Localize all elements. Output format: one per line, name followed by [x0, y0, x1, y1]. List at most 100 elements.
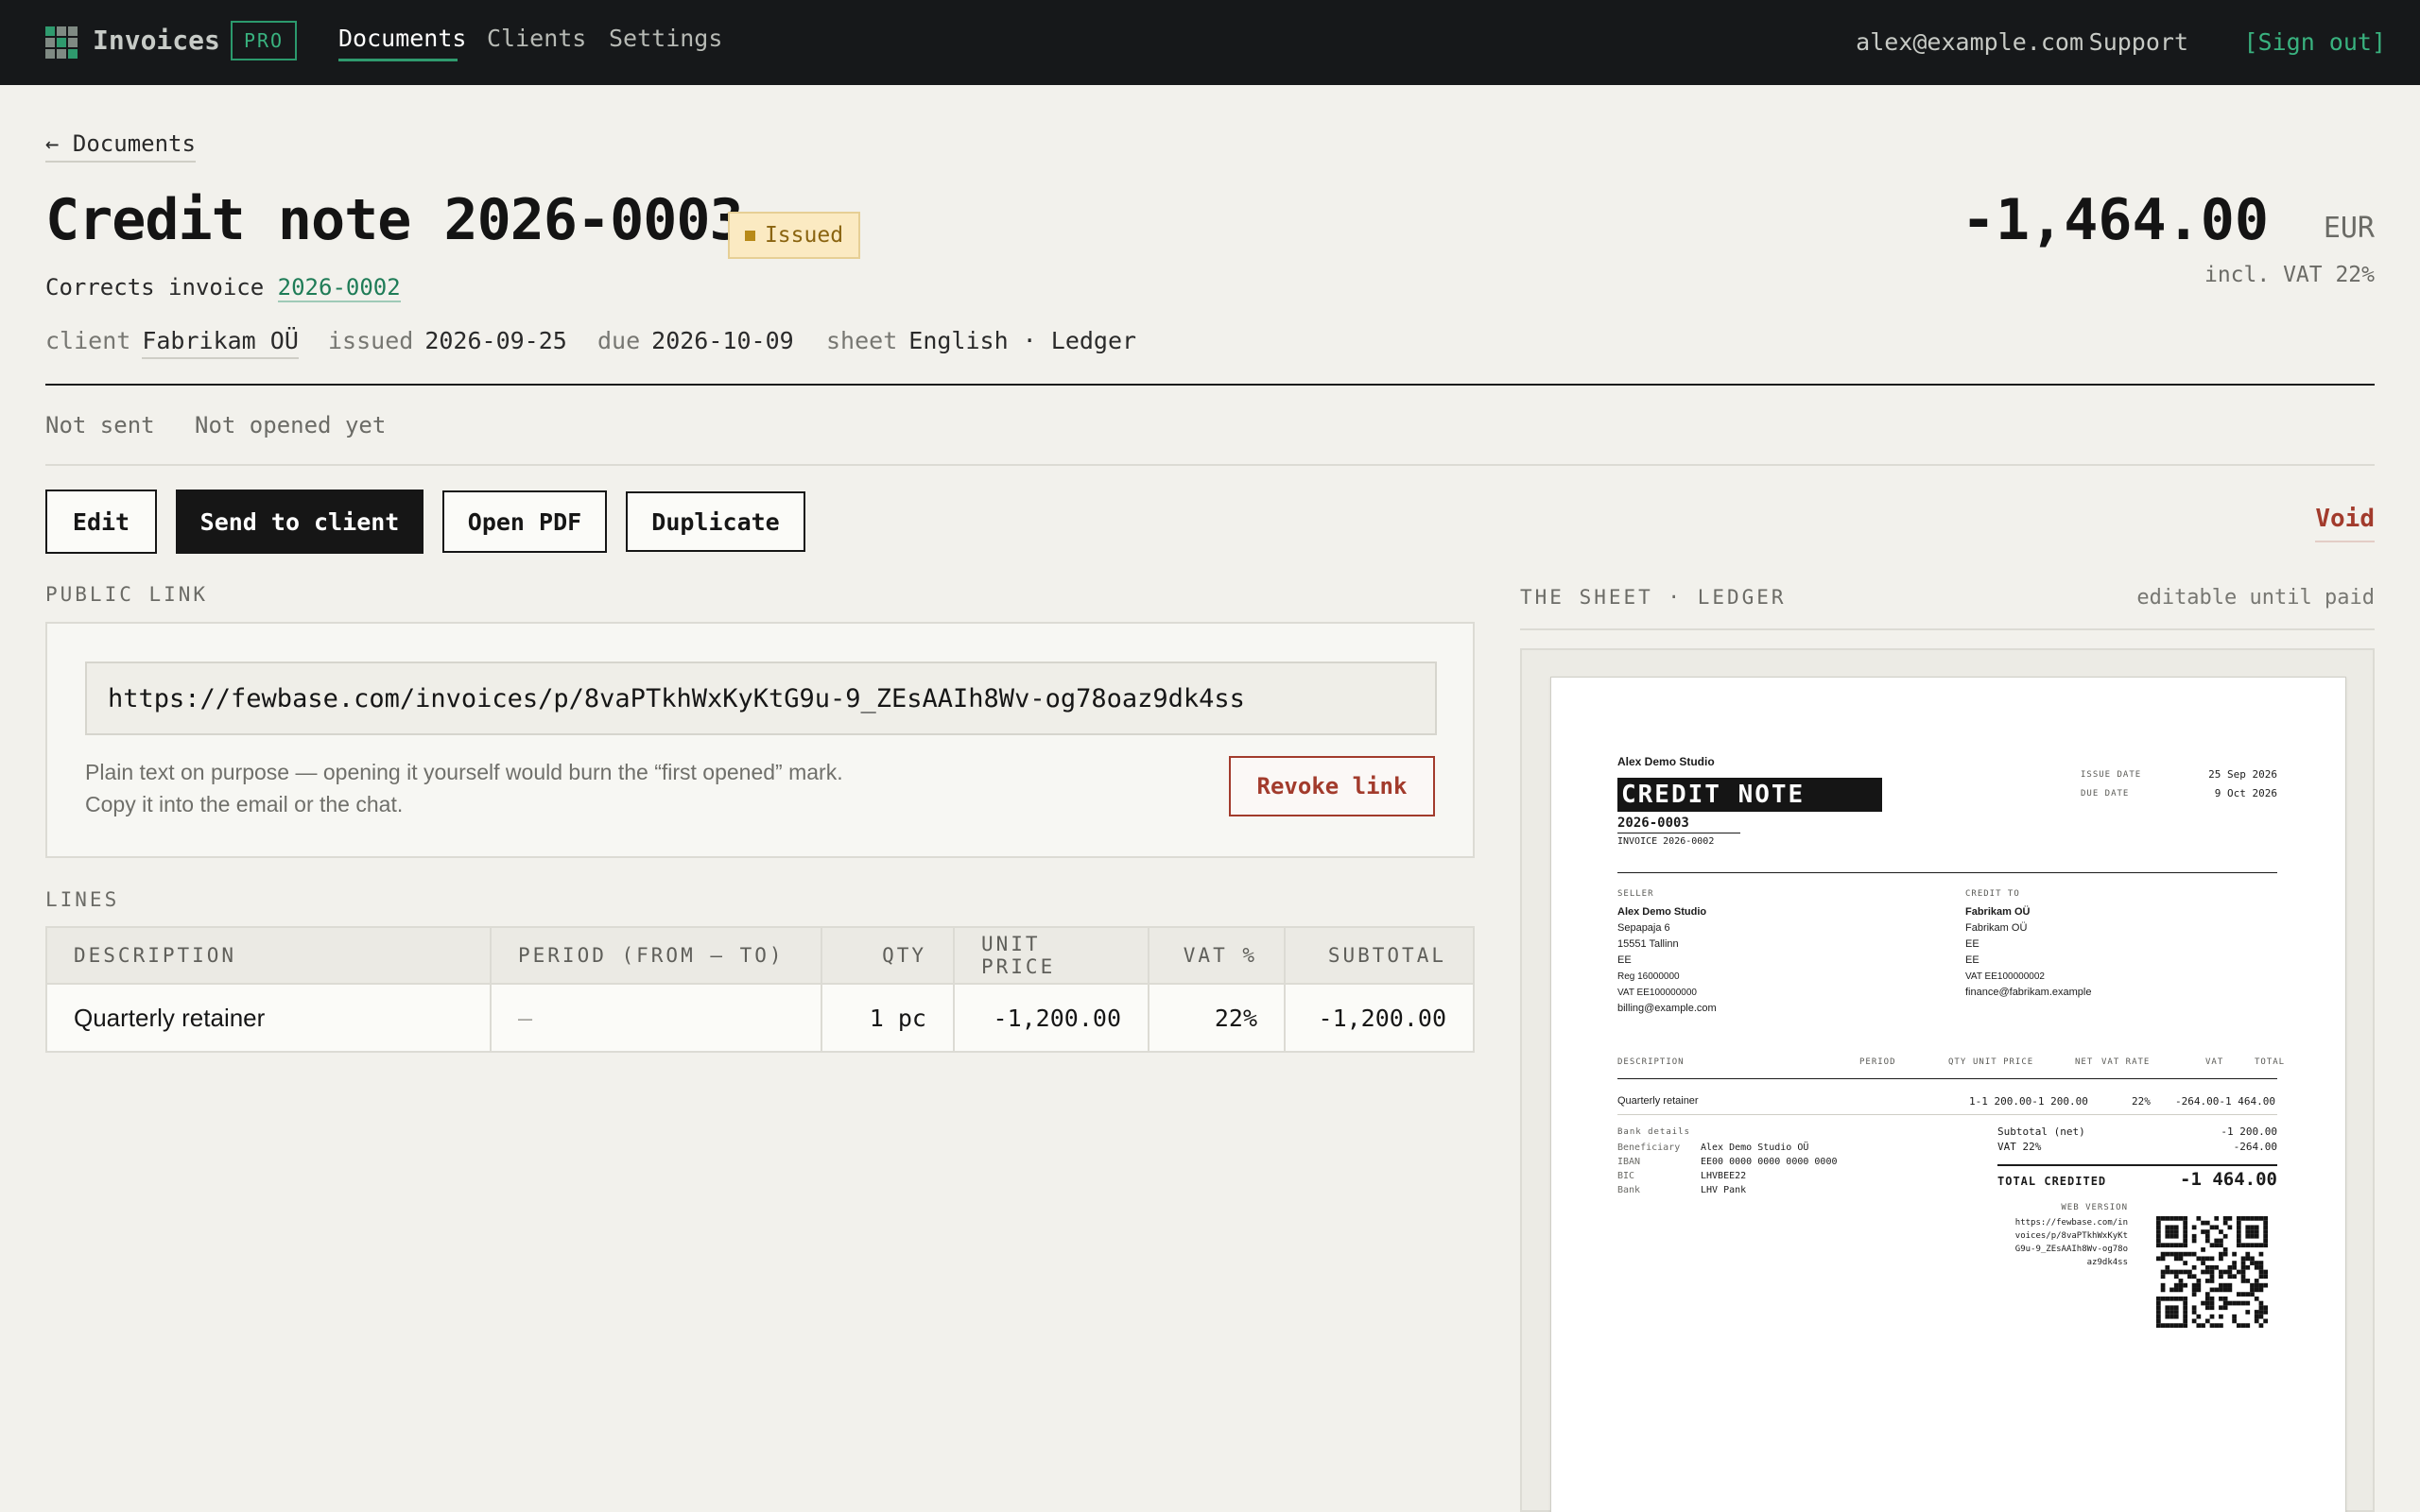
status-badge-label: Issued — [764, 223, 844, 248]
qr-module — [2160, 1251, 2166, 1257]
sheet-preview[interactable]: Alex Demo Studio CREDIT NOTE 2026-0003 I… — [1520, 648, 2375, 1512]
qr-module — [2214, 1225, 2220, 1230]
qr-module — [2254, 1229, 2259, 1234]
qr-module — [2258, 1282, 2264, 1288]
qr-module — [2222, 1296, 2228, 1301]
qr-module — [2160, 1256, 2166, 1262]
qr-module — [2160, 1287, 2166, 1293]
qr-module — [2258, 1269, 2264, 1275]
qr-module — [2160, 1296, 2166, 1301]
qr-module — [2201, 1269, 2205, 1275]
qr-module — [2245, 1264, 2251, 1270]
qr-module — [2240, 1243, 2246, 1248]
sheet-line-values: 1-1 200.00-1 200.00 — [1969, 1095, 2088, 1108]
qr-module — [2178, 1279, 2184, 1283]
line-vat[interactable]: 22% — [1150, 985, 1286, 1051]
revoke-link-button[interactable]: Revoke link — [1229, 756, 1435, 816]
line-unit-price[interactable]: -1,200.00 — [955, 985, 1150, 1051]
qr-module — [2165, 1216, 2170, 1221]
qr-module — [2187, 1251, 2192, 1257]
grid-logo-icon[interactable] — [45, 26, 78, 59]
qr-module — [2254, 1310, 2259, 1314]
back-to-documents-link[interactable]: ← Documents — [45, 130, 196, 163]
qr-module — [2191, 1318, 2197, 1324]
brand-name[interactable]: Invoices — [93, 25, 220, 56]
total-amount: -1,464.00 — [1961, 187, 2269, 253]
sheet-bank-v1: EE00 0000 0000 0000 0000 — [1701, 1157, 1838, 1167]
qr-module — [2227, 1216, 2233, 1221]
qr-module — [2219, 1229, 2223, 1234]
send-to-client-button[interactable]: Send to client — [176, 490, 424, 554]
qr-module — [2183, 1220, 2188, 1226]
sheet-bank-k3: Bank — [1617, 1185, 1641, 1195]
nav-clients[interactable]: Clients — [487, 25, 586, 52]
line-description[interactable]: Quarterly retainer — [47, 985, 492, 1051]
nav-settings[interactable]: Settings — [609, 25, 722, 52]
edit-button[interactable]: Edit — [45, 490, 157, 554]
qr-module — [2236, 1292, 2241, 1297]
col-vat: VAT % — [1150, 928, 1286, 983]
sheet-col-qty: QTY — [1948, 1057, 1967, 1067]
sign-out-link[interactable]: [Sign out] — [2243, 28, 2386, 56]
qr-module — [2245, 1256, 2251, 1262]
qr-module — [2240, 1323, 2246, 1328]
qr-module — [2236, 1243, 2241, 1248]
open-pdf-button[interactable]: Open PDF — [442, 490, 607, 553]
void-button[interactable]: Void — [2315, 505, 2375, 542]
qr-module — [2258, 1314, 2264, 1319]
qr-module — [2245, 1243, 2251, 1248]
sheet-web-url-2: G9u-9_ZEsAAIh8Wv-og78o — [2014, 1245, 2128, 1254]
qr-module — [2258, 1274, 2264, 1280]
sheet-col-vat-rate: VAT RATE — [2101, 1057, 2151, 1067]
qr-module — [2250, 1261, 2255, 1265]
line-qty[interactable]: 1 pc — [822, 985, 955, 1051]
duplicate-button[interactable]: Duplicate — [626, 491, 805, 552]
qr-module — [2263, 1243, 2268, 1248]
sheet-seller-street: Sepapaja 6 — [1617, 922, 1670, 934]
sheet-due-date: 9 Oct 2026 — [2214, 787, 2277, 799]
qr-module — [2178, 1287, 2184, 1293]
qr-module — [2254, 1279, 2259, 1283]
client-link[interactable]: Fabrikam OÜ — [142, 327, 299, 359]
qr-module — [2183, 1229, 2188, 1234]
qr-code-icon — [2156, 1216, 2268, 1328]
qr-module — [2165, 1251, 2170, 1257]
qr-module — [2227, 1274, 2233, 1280]
corrected-invoice-link[interactable]: 2026-0002 — [277, 274, 401, 302]
header-divider — [45, 384, 2375, 386]
qr-module — [2245, 1251, 2251, 1257]
qr-module — [2250, 1233, 2255, 1239]
qr-module — [2258, 1251, 2264, 1257]
support-link[interactable]: Support — [2089, 28, 2188, 56]
qr-module — [2204, 1279, 2210, 1283]
table-row[interactable]: Quarterly retainer — 1 pc -1,200.00 22% … — [47, 985, 1473, 1051]
sheet-vat: -264.00 — [2233, 1141, 2277, 1153]
sheet-col-vat: VAT — [2205, 1057, 2224, 1067]
nav-documents[interactable]: Documents — [338, 25, 466, 52]
qr-module — [2173, 1269, 2179, 1275]
qr-module — [2204, 1269, 2210, 1275]
qr-module — [2156, 1243, 2161, 1248]
qr-module — [2214, 1264, 2220, 1270]
qr-module — [2236, 1269, 2241, 1275]
sheet-bank-v3: LHV Pank — [1701, 1185, 1747, 1195]
qr-module — [2169, 1233, 2174, 1239]
public-link-heading: PUBLIC LINK — [45, 583, 209, 606]
qr-module — [2169, 1243, 2174, 1248]
line-period[interactable]: — — [492, 985, 822, 1051]
qr-module — [2178, 1243, 2184, 1248]
sheet-seller-heading: Alex Demo Studio — [1617, 755, 1715, 768]
sheet-web-url-1: voices/p/8vaPTkhWxKyKt — [2014, 1231, 2128, 1241]
qr-module — [2191, 1305, 2197, 1311]
sheet-top-rule — [1617, 872, 2277, 873]
public-link-url[interactable]: https://fewbase.com/invoices/p/8vaPTkhWx… — [85, 662, 1437, 735]
sheet-heading: THE SHEET · LEDGER — [1520, 586, 1787, 609]
sheet-ref: INVOICE 2026-0002 — [1617, 836, 1715, 847]
qr-module — [2204, 1296, 2210, 1301]
qr-module — [2156, 1216, 2161, 1221]
qr-module — [2201, 1261, 2205, 1265]
qr-module — [2204, 1233, 2210, 1239]
qr-module — [2222, 1247, 2228, 1252]
qr-module — [2219, 1269, 2223, 1275]
meta-due: due 2026-10-09 — [597, 327, 794, 354]
